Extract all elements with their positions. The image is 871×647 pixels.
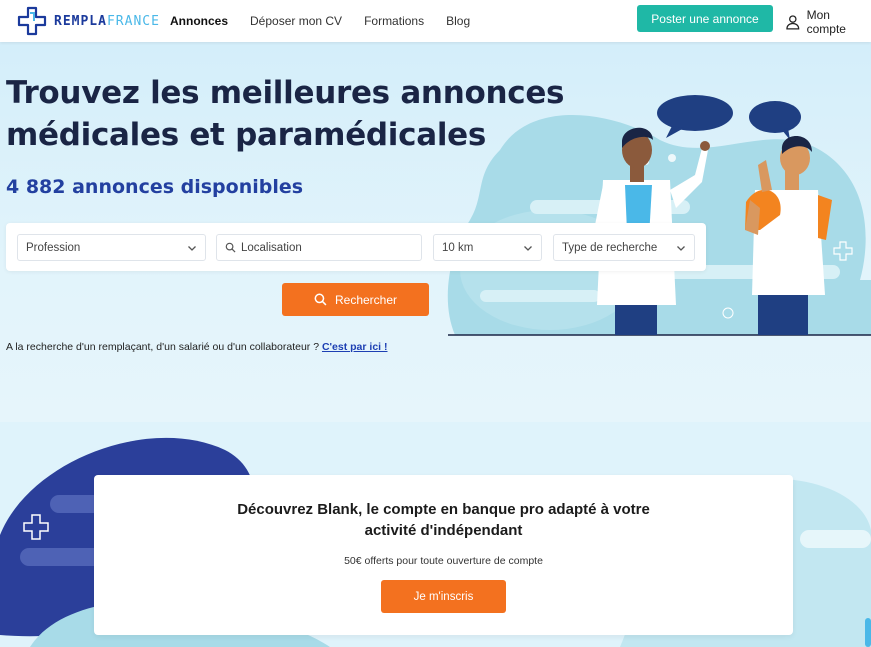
nav-annonces[interactable]: Annonces [170, 14, 228, 28]
chevron-down-icon [524, 246, 532, 251]
main-nav: Annonces Déposer mon CV Formations Blog [170, 0, 470, 42]
chevron-down-icon [677, 246, 685, 251]
speech-bubble-icon [749, 101, 801, 140]
search-button[interactable]: Rechercher [282, 283, 429, 316]
recruit-sentence: A la recherche d'un remplaçant, d'un sal… [6, 341, 322, 353]
recruit-text: A la recherche d'un remplaçant, d'un sal… [6, 341, 388, 353]
search-bar: Profession Localisation 10 km Type de re… [6, 223, 706, 271]
speech-bubble-icon [657, 95, 733, 138]
top-navbar: REMPLAFRANCE Annonces Déposer mon CV For… [0, 0, 871, 42]
promo-card: Découvrez Blank, le compte en banque pro… [94, 475, 793, 635]
page-title: Trouvez les meilleures annonces médicale… [6, 75, 565, 153]
location-placeholder: Localisation [241, 241, 302, 254]
user-icon [786, 15, 800, 30]
logo[interactable]: REMPLAFRANCE [16, 5, 160, 37]
search-icon [314, 293, 327, 306]
radius-select-value: 10 km [442, 241, 474, 254]
post-ad-button[interactable]: Poster une annonce [637, 5, 773, 32]
profession-select-value: Profession [26, 241, 81, 254]
search-type-select-value: Type de recherche [562, 241, 658, 254]
profession-select[interactable]: Profession [17, 234, 206, 261]
search-type-select[interactable]: Type de recherche [553, 234, 695, 261]
nav-formations[interactable]: Formations [364, 14, 424, 28]
promo-title: Découvrez Blank, le compte en banque pro… [237, 501, 650, 539]
signup-button[interactable]: Je m'inscris [381, 580, 506, 613]
radius-select[interactable]: 10 km [433, 234, 542, 261]
account-link[interactable]: Mon compte [785, 8, 871, 36]
nav-deposer-cv[interactable]: Déposer mon CV [250, 14, 342, 28]
logo-text: REMPLAFRANCE [54, 13, 160, 29]
location-input[interactable]: Localisation [216, 234, 422, 261]
medical-cross-icon [17, 6, 47, 36]
ads-count: 4 882 annonces disponibles [6, 176, 304, 198]
search-button-label: Rechercher [334, 292, 398, 307]
nav-blog[interactable]: Blog [446, 14, 470, 28]
promo-subtitle: 50€ offerts pour toute ouverture de comp… [344, 555, 543, 567]
recruit-link[interactable]: C'est par ici ! [322, 341, 388, 353]
search-icon [225, 242, 236, 253]
account-label: Mon compte [806, 8, 846, 36]
chevron-down-icon [188, 246, 196, 251]
